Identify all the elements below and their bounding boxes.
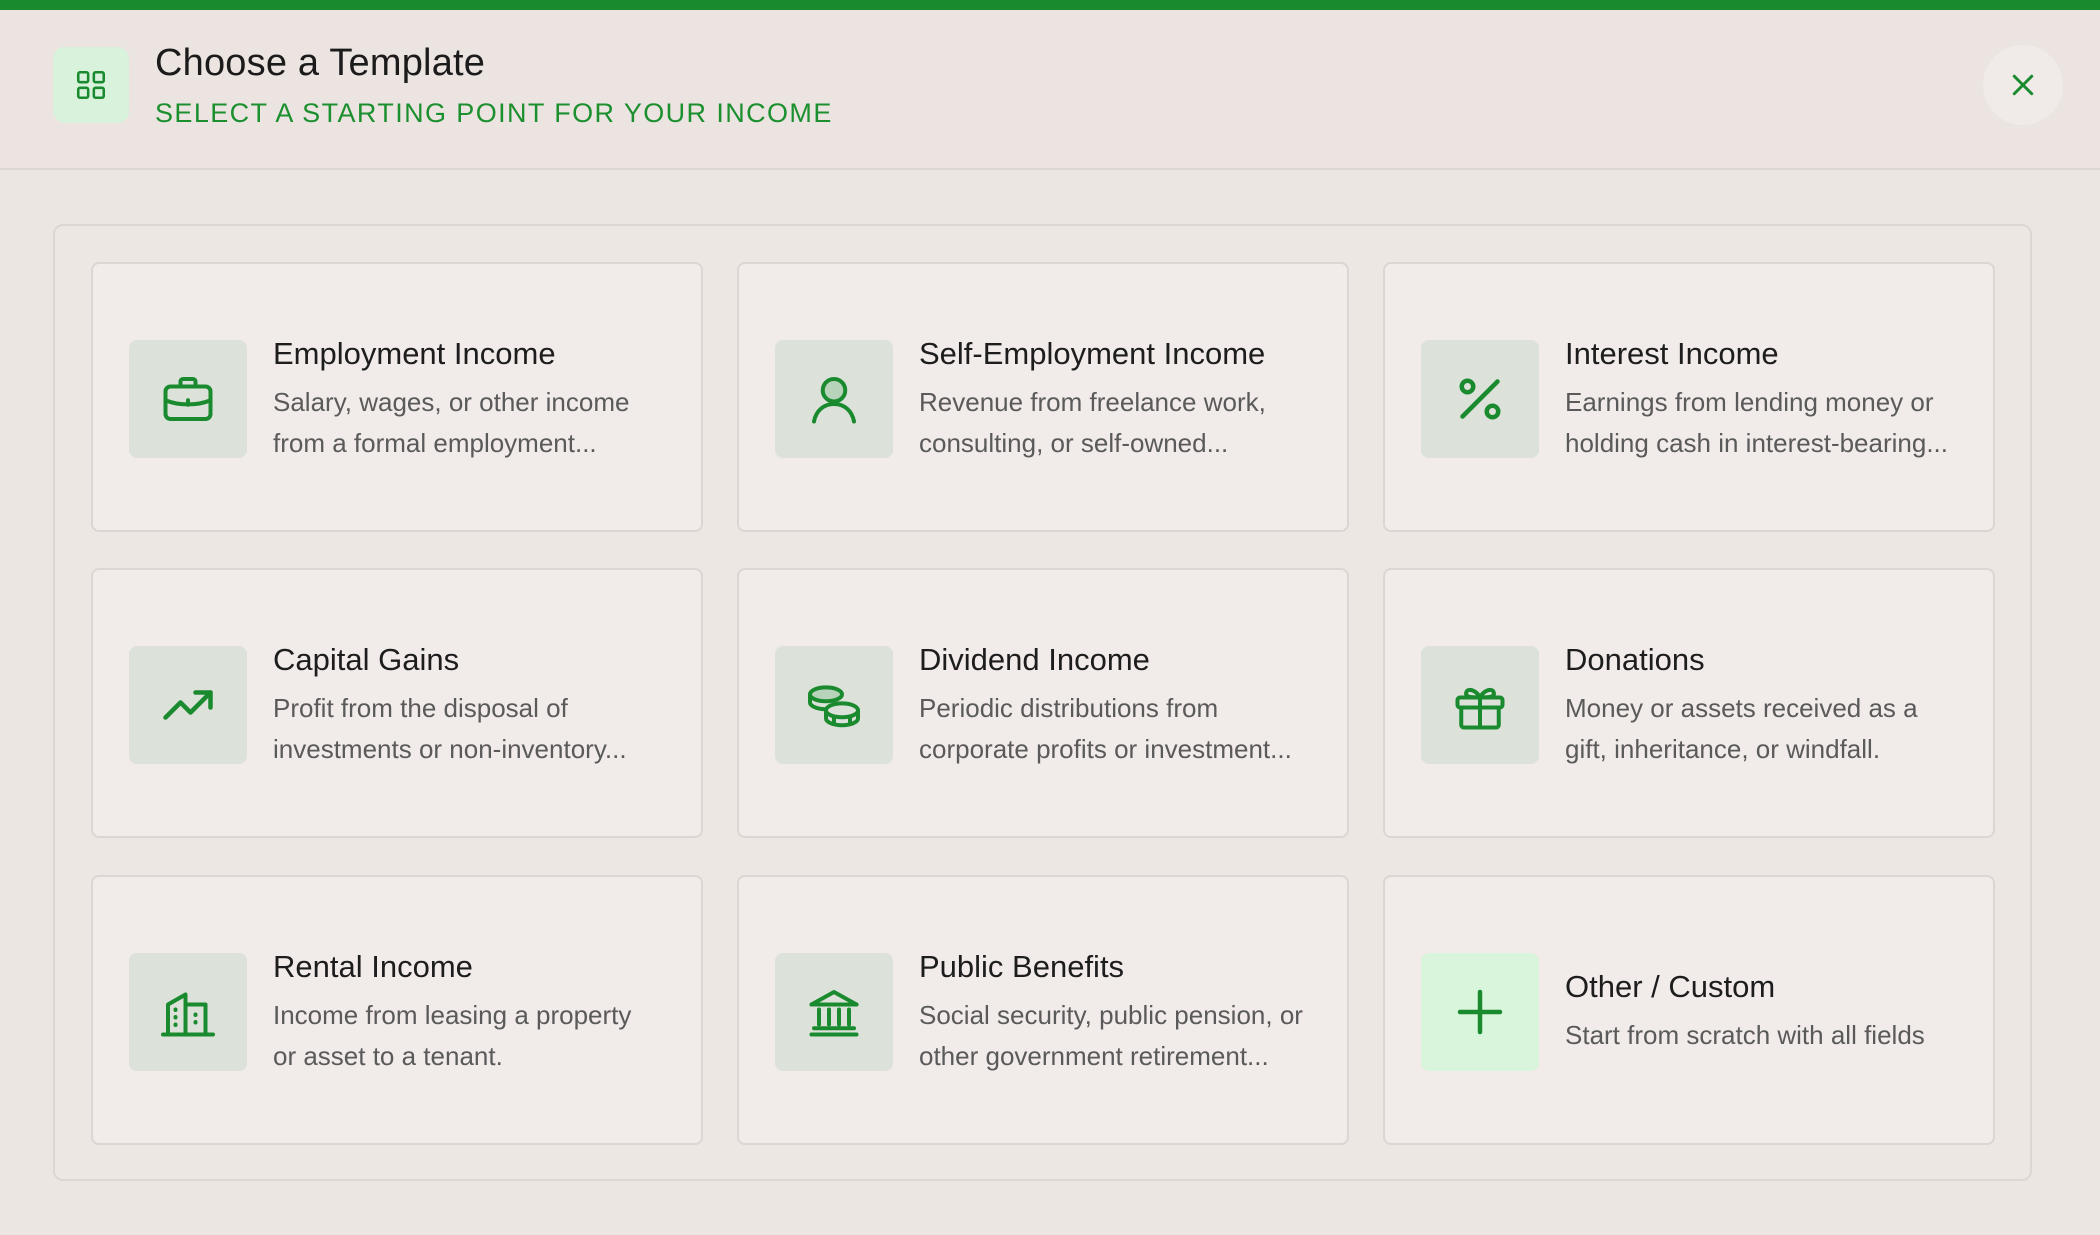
- template-description: Social security, public pension, or othe…: [919, 1000, 1303, 1071]
- modal-header: Choose a Template SELECT A STARTING POIN…: [0, 10, 2100, 170]
- template-card-interest[interactable]: Interest Income Earnings from lending mo…: [1383, 262, 1995, 532]
- template-description: Revenue from freelance work, consulting,…: [919, 387, 1266, 458]
- percent-icon: [1421, 340, 1539, 458]
- coins-icon: [775, 646, 893, 764]
- template-description: Income from leasing a property or asset …: [273, 1000, 632, 1071]
- person-icon: [775, 340, 893, 458]
- template-title: Employment Income: [273, 336, 556, 371]
- gift-icon: [1421, 646, 1539, 764]
- template-description: Money or assets received as a gift, inhe…: [1565, 693, 1918, 764]
- template-card-donations[interactable]: Donations Money or assets received as a …: [1383, 568, 1995, 838]
- template-grid: Employment Income Salary, wages, or othe…: [53, 224, 2032, 1181]
- accent-bar: [0, 0, 2100, 10]
- template-card-public-benefits[interactable]: Public Benefits Social security, public …: [737, 875, 1349, 1145]
- bank-icon: [775, 953, 893, 1071]
- template-title: Interest Income: [1565, 336, 1779, 371]
- close-icon: [2012, 74, 2034, 96]
- building-icon: [129, 953, 247, 1071]
- template-card-other-custom[interactable]: Other / Custom Start from scratch with a…: [1383, 875, 1995, 1145]
- template-title: Self-Employment Income: [919, 336, 1266, 371]
- modal-title: Choose a Template: [155, 42, 486, 84]
- template-description: Earnings from lending money or holding c…: [1565, 387, 1949, 458]
- template-card-rental[interactable]: Rental Income Income from leasing a prop…: [91, 875, 703, 1145]
- template-card-capital-gains[interactable]: Capital Gains Profit from the disposal o…: [91, 568, 703, 838]
- template-card-self-employment[interactable]: Self-Employment Income Revenue from free…: [737, 262, 1349, 532]
- template-card-employment[interactable]: Employment Income Salary, wages, or othe…: [91, 262, 703, 532]
- template-title: Dividend Income: [919, 642, 1150, 677]
- plus-icon: [1421, 953, 1539, 1071]
- briefcase-icon: [129, 340, 247, 458]
- template-title: Donations: [1565, 642, 1705, 677]
- template-description: Periodic distributions from corporate pr…: [919, 693, 1292, 764]
- close-button[interactable]: [1983, 45, 2063, 125]
- template-modal: Choose a Template SELECT A STARTING POIN…: [0, 10, 2100, 1235]
- grid-icon: [53, 47, 129, 123]
- trending-up-icon: [129, 646, 247, 764]
- template-title: Rental Income: [273, 949, 473, 984]
- template-title: Public Benefits: [919, 949, 1125, 984]
- template-description: Start from scratch with all fields: [1565, 1020, 1925, 1050]
- template-card-dividend[interactable]: Dividend Income Periodic distributions f…: [737, 568, 1349, 838]
- modal-subtitle: SELECT A STARTING POINT FOR YOUR INCOME: [155, 98, 833, 128]
- template-title: Capital Gains: [273, 642, 460, 677]
- template-title: Other / Custom: [1565, 969, 1776, 1004]
- template-description: Salary, wages, or other income from a fo…: [273, 387, 630, 458]
- template-description: Profit from the disposal of investments …: [273, 693, 627, 764]
